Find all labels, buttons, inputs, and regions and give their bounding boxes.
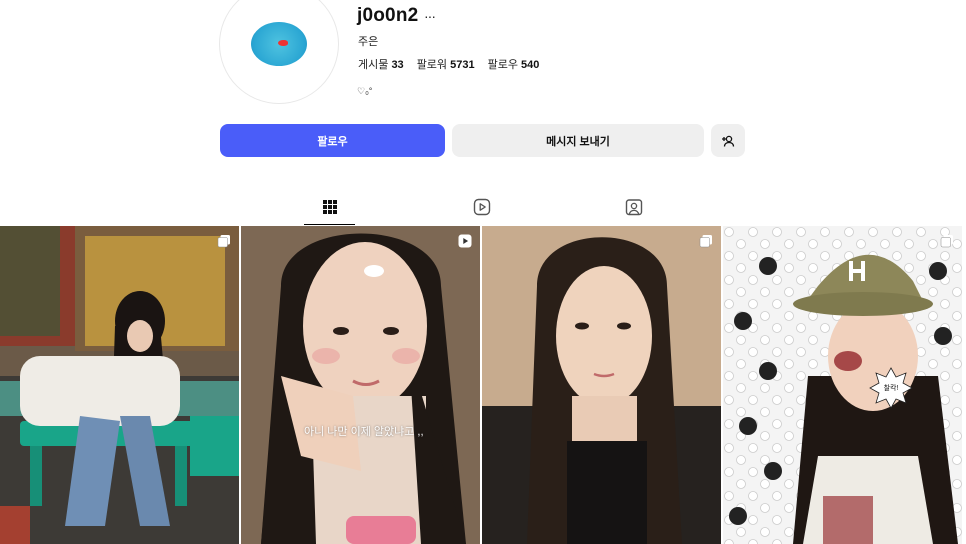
- post-caption: 아니 나만 이제 알았냐고 ,,: [304, 426, 424, 438]
- avatar-fish-shape: [278, 40, 288, 46]
- tab-posts[interactable]: [320, 197, 340, 217]
- profile-bio: ♡₀°: [357, 86, 373, 96]
- carousel-icon: [217, 235, 230, 248]
- profile-username: j0o0n2: [357, 5, 419, 26]
- message-button[interactable]: 메시지 보내기: [452, 124, 704, 157]
- reel-icon: [458, 234, 472, 248]
- followers-stat[interactable]: 팔로워 5731: [417, 56, 475, 72]
- add-person-icon: [722, 135, 735, 147]
- post-sticker: 찰칵!: [869, 366, 913, 410]
- post-thumbnail[interactable]: [0, 226, 239, 544]
- carousel-icon: [940, 235, 953, 248]
- post-thumbnail[interactable]: 아니 나만 이제 알았냐고 ,,: [241, 226, 480, 544]
- following-stat[interactable]: 팔로우 540: [488, 56, 540, 72]
- carousel-icon: [699, 235, 712, 248]
- reels-icon: [473, 198, 491, 216]
- profile-full-name: 주은: [358, 36, 379, 48]
- tab-tagged[interactable]: [624, 197, 644, 217]
- posts-stat: 게시물 33: [358, 59, 404, 71]
- active-tab-indicator: [304, 224, 355, 225]
- post-image: [0, 226, 239, 544]
- profile-avatar[interactable]: [219, 0, 339, 104]
- post-image: [723, 226, 962, 544]
- tagged-icon: [625, 199, 643, 216]
- tab-reels[interactable]: [472, 197, 492, 217]
- more-options-icon[interactable]: ···: [424, 8, 436, 24]
- avatar-image: [251, 22, 307, 66]
- suggested-users-button[interactable]: [711, 124, 745, 157]
- profile-stats: 게시물 33 팔로워 5731 팔로우 540: [358, 56, 539, 72]
- post-thumbnail[interactable]: [482, 226, 721, 544]
- grid-icon: [323, 200, 337, 214]
- post-thumbnail[interactable]: 찰칵!: [723, 226, 962, 544]
- post-image: [241, 226, 480, 544]
- post-image: [482, 226, 721, 544]
- follow-button[interactable]: 팔로우: [220, 124, 445, 157]
